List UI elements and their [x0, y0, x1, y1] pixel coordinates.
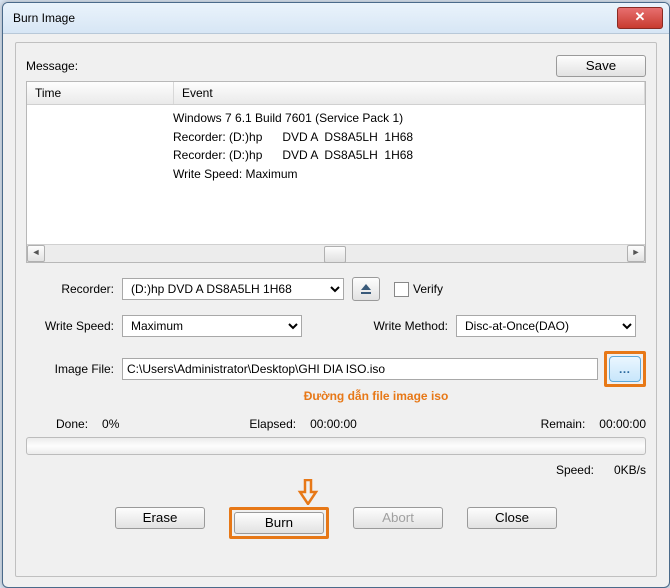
- image-file-label: Image File:: [26, 362, 122, 376]
- event-row: Recorder: (D:)hp DVD A DS8A5LH 1H68: [173, 146, 645, 165]
- elapsed-value: 00:00:00: [310, 417, 357, 431]
- progress-bar: [26, 437, 646, 455]
- save-button[interactable]: Save: [556, 55, 646, 77]
- arrow-down-icon: [297, 479, 319, 505]
- annotation-arrow: [26, 481, 646, 505]
- event-row: Windows 7 6.1 Build 7601 (Service Pack 1…: [173, 109, 645, 128]
- eject-icon: [359, 282, 373, 296]
- close-button[interactable]: Close: [467, 507, 557, 529]
- remain-value: 00:00:00: [599, 417, 646, 431]
- burn-button[interactable]: Burn: [234, 512, 324, 534]
- image-file-input[interactable]: [122, 358, 598, 380]
- message-label: Message:: [26, 59, 78, 73]
- listview-scrollbar[interactable]: ◄ ►: [27, 244, 645, 262]
- burn-highlight: Burn: [229, 507, 329, 539]
- recorder-select[interactable]: (D:)hp DVD A DS8A5LH 1H68: [122, 278, 344, 300]
- window-title: Burn Image: [13, 11, 617, 25]
- browse-highlight: …: [604, 351, 646, 387]
- eject-button[interactable]: [352, 277, 380, 301]
- erase-button[interactable]: Erase: [115, 507, 205, 529]
- listview-body: Windows 7 6.1 Build 7601 (Service Pack 1…: [27, 105, 645, 244]
- remain-label: Remain:: [541, 417, 586, 431]
- event-row: Write Speed: Maximum: [173, 165, 645, 184]
- elapsed-label: Elapsed:: [249, 417, 296, 431]
- column-header-time[interactable]: Time: [27, 82, 174, 104]
- write-speed-label: Write Speed:: [26, 319, 122, 333]
- scroll-track[interactable]: [45, 246, 627, 261]
- message-listview: Time Event Windows 7 6.1 Build 7601 (Ser…: [26, 81, 646, 263]
- browse-button[interactable]: …: [609, 356, 641, 382]
- write-speed-select[interactable]: Maximum: [122, 315, 302, 337]
- done-value: 0%: [102, 417, 119, 431]
- speed-value: 0KB/s: [614, 463, 646, 477]
- listview-header: Time Event: [27, 82, 645, 105]
- scroll-right-icon[interactable]: ►: [627, 245, 645, 262]
- event-row: Recorder: (D:)hp DVD A DS8A5LH 1H68: [173, 128, 645, 147]
- done-label: Done:: [56, 417, 88, 431]
- column-header-event[interactable]: Event: [174, 82, 645, 104]
- abort-button: Abort: [353, 507, 443, 529]
- verify-label: Verify: [413, 282, 443, 296]
- speed-label: Speed:: [556, 463, 594, 477]
- scroll-left-icon[interactable]: ◄: [27, 245, 45, 262]
- write-method-label: Write Method:: [356, 319, 456, 333]
- verify-checkbox[interactable]: [394, 282, 409, 297]
- window-close-button[interactable]: ✕: [617, 7, 663, 29]
- write-method-select[interactable]: Disc-at-Once(DAO): [456, 315, 636, 337]
- main-panel: Message: Save Time Event Windows 7 6.1 B…: [15, 42, 657, 577]
- annotation-text: Đường dẫn file image iso: [26, 389, 646, 403]
- burn-image-window: Burn Image ✕ Message: Save Time Event Wi…: [2, 2, 670, 588]
- scroll-thumb[interactable]: [324, 246, 346, 263]
- recorder-label: Recorder:: [26, 282, 122, 296]
- titlebar[interactable]: Burn Image ✕: [3, 3, 669, 34]
